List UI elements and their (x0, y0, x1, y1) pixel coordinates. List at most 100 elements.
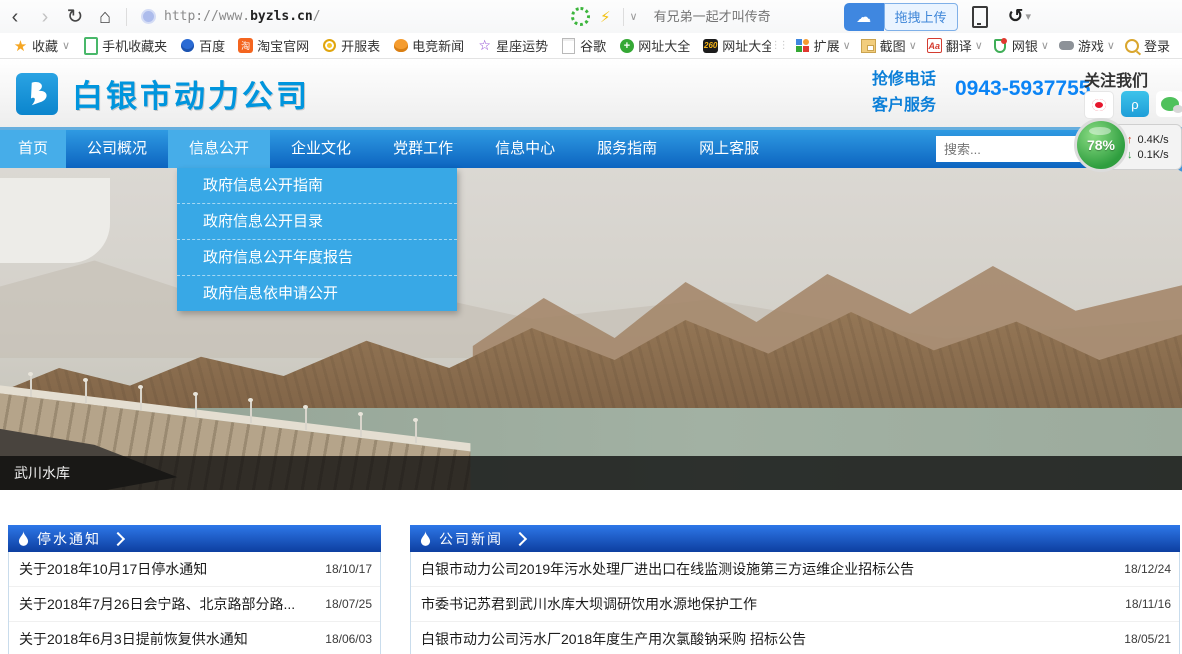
news-title[interactable]: 关于2018年10月17日停水通知 (19, 559, 207, 579)
nav-item-online-service[interactable]: 网上客服 (678, 130, 780, 168)
dropdown-item-annual-report[interactable]: 政府信息公开年度报告 (177, 240, 457, 276)
bookmark-label: 网址大全 (638, 36, 690, 55)
download-arrow-icon: ↓ (1127, 149, 1133, 161)
chevron-down-icon[interactable]: ∨ (62, 39, 70, 52)
company-news-panel: 公司新闻 白银市动力公司2019年污水处理厂进出口在线监测设施第三方运维企业招标… (410, 525, 1180, 654)
news-title[interactable]: 关于2018年7月26日会宁路、北京路部分路... (19, 594, 295, 614)
news-title[interactable]: 白银市动力公司2019年污水处理厂进出口在线监测设施第三方运维企业招标公告 (421, 559, 914, 579)
document-icon (561, 38, 576, 53)
tool-games[interactable]: 游戏 ∨ (1059, 36, 1115, 55)
progress-ball[interactable]: 78% (1074, 118, 1128, 172)
news-row[interactable]: 关于2018年10月17日停水通知 18/10/17 (9, 552, 380, 587)
badge-260-icon: 260 (703, 38, 718, 53)
dropdown-item-catalog[interactable]: 政府信息公开目录 (177, 204, 457, 240)
forward-icon[interactable]: › (30, 2, 60, 32)
dropdown-item-guide[interactable]: 政府信息公开指南 (177, 168, 457, 204)
news-row[interactable]: 市委书记苏君到武川水库大坝调研饮用水源地保护工作 18/11/16 (411, 587, 1179, 622)
hotline-labels: 抢修电话 客户服务 (872, 67, 936, 119)
bookmark-mobile-favorites[interactable]: 手机收藏夹 (83, 36, 167, 55)
panel-more-icon[interactable] (111, 531, 125, 545)
drag-handle-icon[interactable]: ⋮⋮ (771, 40, 787, 51)
news-row[interactable]: 关于2018年7月26日会宁路、北京路部分路... 18/07/25 (9, 587, 380, 622)
tool-screenshot[interactable]: 截图 ∨ (861, 36, 917, 55)
download-speed: 0.1K/s (1138, 149, 1169, 161)
site-logo[interactable]: 白银市动力公司 (16, 71, 310, 116)
refresh-icon[interactable]: ↻ (60, 2, 90, 32)
news-row[interactable]: 关于2018年6月3日提前恢复供水通知 18/06/03 (9, 622, 380, 654)
bookmark-260-directory[interactable]: 260 网址大全 (703, 36, 774, 55)
weibo-icon[interactable] (1084, 91, 1114, 119)
search-engine-chevron-icon[interactable]: ∨ (630, 10, 638, 23)
chevron-down-icon[interactable]: ∨ (909, 39, 917, 52)
nav-item-info-center[interactable]: 信息中心 (474, 130, 576, 168)
site-info-icon[interactable] (141, 9, 156, 24)
star-icon: ★ (13, 38, 28, 53)
lamppost-icon (85, 381, 87, 403)
home-icon[interactable]: ⌂ (90, 2, 120, 32)
tencent-weibo-icon[interactable]: ρ (1121, 91, 1149, 117)
gamepad-icon (1059, 38, 1074, 53)
tool-login[interactable]: 登录 (1125, 36, 1170, 55)
lightning-icon[interactable]: ⚡ (600, 8, 611, 26)
netdisk-cloud-icon[interactable]: ☁ (844, 3, 884, 31)
lamppost-icon (415, 421, 417, 443)
bookmark-favorites[interactable]: ★ 收藏 ∨ (13, 36, 70, 55)
lamppost-icon (195, 395, 197, 417)
news-row[interactable]: 白银市动力公司2019年污水处理厂进出口在线监测设施第三方运维企业招标公告 18… (411, 552, 1179, 587)
nav-item-info-disclosure[interactable]: 信息公开 (168, 130, 270, 168)
url-text[interactable]: http://www.byzls.cn/ (164, 9, 321, 24)
baidu-paw-icon (180, 38, 195, 53)
bookmark-google[interactable]: 谷歌 (561, 36, 606, 55)
chevron-down-icon[interactable]: ∨ (975, 39, 983, 52)
cloud-upload-widget[interactable]: ☁ 拖拽上传 (844, 3, 958, 31)
chevron-down-icon[interactable]: ∨ (1107, 39, 1115, 52)
lamppost-icon (250, 401, 252, 423)
bookmark-site-directory[interactable]: + 网址大全 (619, 36, 690, 55)
news-title[interactable]: 白银市动力公司污水厂2018年度生产用次氯酸钠采购 招标公告 (421, 629, 806, 649)
divider (126, 8, 127, 26)
bookmark-label: 百度 (199, 36, 225, 55)
bookmark-baidu[interactable]: 百度 (180, 36, 225, 55)
nav-item-party-work[interactable]: 党群工作 (372, 130, 474, 168)
bookmark-kaifubiao[interactable]: 开服表 (322, 36, 380, 55)
news-date: 18/07/25 (325, 597, 372, 611)
bookmark-horoscope[interactable]: ☆ 星座运势 (477, 36, 548, 55)
water-outage-panel: 停水通知 关于2018年10月17日停水通知 18/10/17 关于2018年7… (8, 525, 381, 654)
address-bar[interactable]: http://www.byzls.cn/ (141, 9, 571, 24)
tool-label: 翻译 (946, 36, 972, 55)
news-date: 18/05/21 (1124, 632, 1171, 646)
back-icon[interactable]: ‹ (0, 2, 30, 32)
tool-label: 网银 (1012, 36, 1038, 55)
chevron-down-icon[interactable]: ∨ (843, 39, 851, 52)
news-title[interactable]: 市委书记苏君到武川水库大坝调研饮用水源地保护工作 (421, 594, 757, 614)
lamppost-icon (30, 375, 32, 397)
speedup-icon[interactable] (571, 7, 590, 26)
tool-translate[interactable]: Aa 翻译 ∨ (927, 36, 983, 55)
upload-speed: 0.4K/s (1138, 134, 1169, 146)
undo-menu-caret-icon[interactable]: ▾ (1026, 10, 1032, 23)
bookmark-esports-news[interactable]: 电竞新闻 (393, 36, 464, 55)
news-row[interactable]: 白银市动力公司污水厂2018年度生产用次氯酸钠采购 招标公告 18/05/21 (411, 622, 1179, 654)
browser-toolbar: ‹ › ↻ ⌂ http://www.byzls.cn/ ⚡ ∨ ☁ 拖拽上传 … (0, 0, 1182, 33)
nav-item-corporate-culture[interactable]: 企业文化 (270, 130, 372, 168)
panel-header: 公司新闻 (410, 525, 1180, 552)
tool-online-banking[interactable]: 网银 ∨ (993, 36, 1049, 55)
news-title[interactable]: 关于2018年6月3日提前恢复供水通知 (19, 629, 248, 649)
browser-search-input[interactable] (652, 8, 836, 25)
wechat-icon[interactable] (1156, 91, 1182, 117)
nav-item-service-guide[interactable]: 服务指南 (576, 130, 678, 168)
tool-extensions[interactable]: 扩展 ∨ (795, 36, 851, 55)
water-drop-icon (18, 531, 29, 546)
nav-item-home[interactable]: 首页 (0, 130, 66, 168)
nav-item-company-profile[interactable]: 公司概况 (66, 130, 168, 168)
panel-more-icon[interactable] (513, 531, 527, 545)
dropdown-item-on-request[interactable]: 政府信息依申请公开 (177, 276, 457, 311)
info-disclosure-dropdown: 政府信息公开指南 政府信息公开目录 政府信息公开年度报告 政府信息依申请公开 (177, 168, 457, 311)
bookmark-taobao[interactable]: 淘 淘宝官网 (238, 36, 309, 55)
undo-closed-tab-icon[interactable]: ↺ (1008, 5, 1024, 28)
drag-upload-label[interactable]: 拖拽上传 (884, 3, 958, 31)
chevron-down-icon[interactable]: ∨ (1041, 39, 1049, 52)
zodiac-star-icon: ☆ (477, 38, 492, 53)
panel-title: 公司新闻 (439, 529, 503, 549)
send-to-phone-icon[interactable] (972, 6, 988, 28)
